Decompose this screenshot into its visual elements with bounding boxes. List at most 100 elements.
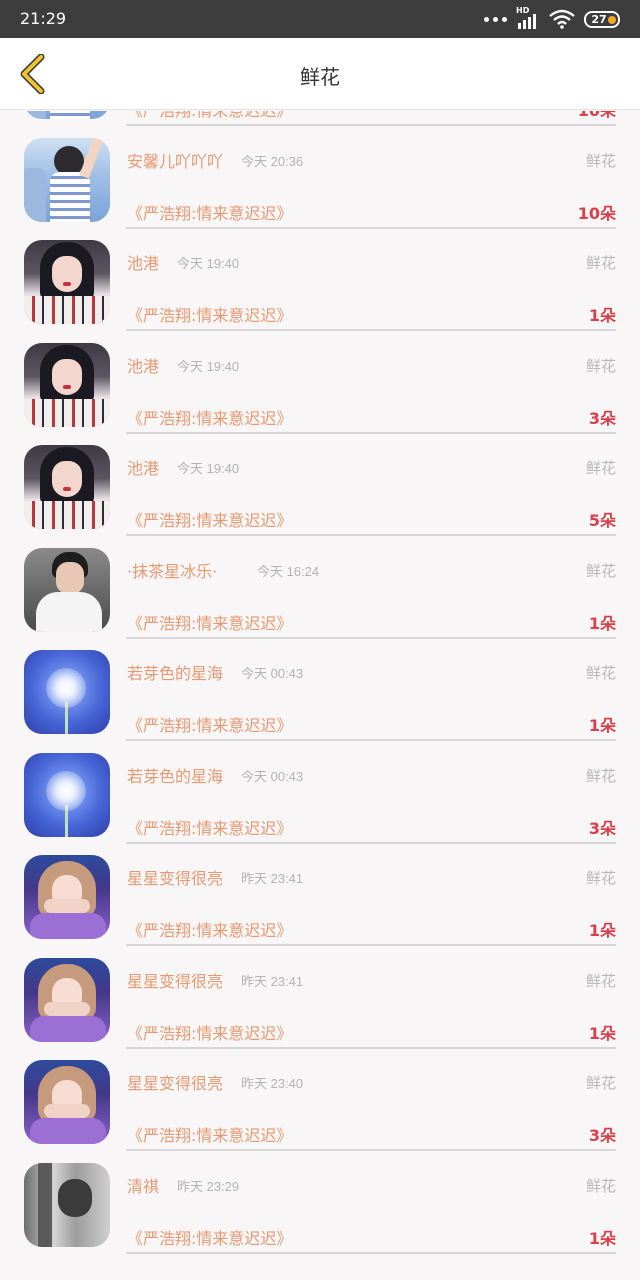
divider — [126, 1251, 616, 1254]
sender-name[interactable]: 星星变得很亮 — [127, 1070, 223, 1094]
avatar[interactable] — [24, 957, 110, 1042]
sent-time: 今天 19:40 — [177, 256, 240, 271]
battery-level: 27 — [591, 12, 607, 26]
divider — [126, 1149, 616, 1151]
divider — [126, 841, 616, 844]
sender-name[interactable]: 池港 — [127, 250, 159, 274]
sent-time: 今天 16:24 — [257, 563, 320, 579]
work-title-link[interactable]: 《严浩翔:情来意迟迟》 — [127, 1225, 292, 1249]
list-item[interactable]: 池港 今天 19:40 鲜花 《严浩翔:情来意迟迟》 3朵 — [0, 337, 640, 440]
gift-type: 鲜花 — [585, 971, 616, 990]
avatar[interactable] — [24, 342, 110, 427]
sent-time: 昨天 23:41 — [241, 973, 304, 989]
avatar[interactable] — [24, 445, 110, 529]
work-title-link[interactable]: 《严浩翔:情来意迟迟》 — [127, 610, 292, 634]
sent-time: 今天 20:36 — [241, 153, 304, 169]
divider — [126, 226, 616, 229]
gift-count: 3朵 — [588, 818, 616, 838]
avatar[interactable] — [24, 111, 110, 119]
work-title-link[interactable]: 《严浩翔:情来意迟迟》 — [127, 302, 292, 326]
divider — [126, 431, 616, 434]
sent-time: 今天 00:43 — [241, 666, 304, 681]
gift-type: 鲜花 — [585, 1074, 616, 1092]
list-item[interactable]: 星星变得很亮 昨天 23:40 鲜花《严浩翔:情来意迟迟》 3朵 — [0, 1054, 640, 1157]
gift-count: 1朵 — [588, 1023, 616, 1043]
sender-name[interactable]: 池港 — [127, 353, 159, 377]
sender-name[interactable]: 星星变得很亮 — [127, 968, 223, 992]
divider — [126, 944, 616, 946]
app-header: 鲜花 — [0, 38, 640, 110]
gift-list: 《严浩翔:情来意迟迟》10朵安馨儿吖吖吖今天 20:36鲜花《严浩翔:情来意迟迟… — [0, 111, 640, 1259]
gift-type: 鲜花 — [585, 869, 616, 887]
divider — [126, 534, 616, 536]
signal-icon: HD — [516, 6, 540, 29]
avatar[interactable] — [24, 752, 110, 837]
sender-name[interactable]: 若芽色的星海 — [127, 763, 223, 787]
gift-count: 1朵 — [588, 921, 616, 940]
sent-time: 今天 00:43 — [241, 768, 304, 784]
gift-type: 鲜花 — [585, 766, 616, 785]
list-item[interactable]: 《严浩翔:情来意迟迟》 10朵 — [0, 111, 640, 132]
status-time: 21:29 — [20, 9, 67, 28]
gift-count: 1朵 — [588, 716, 616, 735]
gift-count: 3朵 — [588, 1126, 616, 1145]
sender-name[interactable]: 安馨儿吖吖吖 — [127, 148, 223, 172]
gift-type: 鲜花 — [585, 356, 616, 375]
avatar[interactable] — [24, 1060, 110, 1144]
sender-name[interactable]: ·抹茶星冰乐· — [127, 558, 217, 582]
avatar[interactable] — [24, 547, 110, 632]
status-bar: 21:29 HD 27 — [0, 0, 640, 38]
sender-name[interactable]: 清祺 — [127, 1173, 159, 1197]
sent-time: 今天 19:40 — [177, 461, 240, 476]
work-title-link[interactable]: 《严浩翔:情来意迟迟》 — [127, 1020, 292, 1044]
avatar[interactable] — [24, 855, 110, 939]
gift-type: 鲜花 — [585, 561, 616, 580]
gift-type: 鲜花 — [585, 664, 616, 682]
divider — [126, 124, 616, 126]
battery-icon: 27 — [584, 10, 620, 28]
list-item[interactable]: 池港 今天 19:40 鲜花《严浩翔:情来意迟迟》 5朵 — [0, 439, 640, 542]
avatar[interactable] — [24, 1162, 110, 1247]
sent-time: 昨天 23:40 — [241, 1076, 304, 1091]
gift-count: 5朵 — [588, 511, 616, 530]
work-title-link[interactable]: 《严浩翔:情来意迟迟》 — [127, 111, 292, 121]
work-title-link[interactable]: 《严浩翔:情来意迟迟》 — [127, 507, 292, 531]
sent-time: 昨天 23:41 — [241, 871, 304, 886]
sent-time: 今天 19:40 — [177, 358, 240, 374]
gift-count: 1朵 — [588, 306, 616, 325]
list-item[interactable]: 清祺 昨天 23:29 鲜花《严浩翔:情来意迟迟》 1朵 — [0, 1157, 640, 1260]
avatar[interactable] — [24, 137, 110, 222]
sender-name[interactable]: 池港 — [127, 455, 159, 479]
list-item[interactable]: 若芽色的星海 今天 00:43 鲜花《严浩翔:情来意迟迟》 1朵 — [0, 644, 640, 747]
wifi-icon — [549, 9, 575, 29]
page-title: 鲜花 — [300, 65, 340, 89]
gift-count: 10朵 — [578, 111, 616, 121]
divider — [126, 636, 616, 639]
sender-name[interactable]: 星星变得很亮 — [127, 865, 223, 889]
status-icons: HD 27 — [484, 6, 620, 30]
avatar[interactable] — [24, 650, 110, 734]
list-item[interactable]: 若芽色的星海 今天 00:43 鲜花《严浩翔:情来意迟迟》 3朵 — [0, 747, 640, 850]
list-item[interactable]: 安馨儿吖吖吖 今天 20:36 鲜花 《严浩翔:情来意迟迟》 10朵 — [0, 132, 640, 235]
gift-type: 鲜花 — [585, 459, 616, 477]
divider — [126, 739, 616, 741]
work-title-link[interactable]: 《严浩翔:情来意迟迟》 — [127, 815, 292, 839]
more-dots-icon — [484, 16, 507, 22]
gift-list-viewport[interactable]: 《严浩翔:情来意迟迟》10朵安馨儿吖吖吖今天 20:36鲜花《严浩翔:情来意迟迟… — [0, 111, 640, 1280]
gift-type: 鲜花 — [585, 151, 616, 170]
gift-count: 1朵 — [588, 1228, 616, 1248]
list-item[interactable]: 星星变得很亮 昨天 23:41 鲜花《严浩翔:情来意迟迟》 1朵 — [0, 849, 640, 952]
list-item[interactable]: 星星变得很亮 昨天 23:41 鲜花《严浩翔:情来意迟迟》 1朵 — [0, 952, 640, 1055]
work-title-link[interactable]: 《严浩翔:情来意迟迟》 — [127, 1122, 292, 1146]
work-title-link[interactable]: 《严浩翔:情来意迟迟》 — [127, 200, 292, 224]
sender-name[interactable]: 若芽色的星海 — [127, 660, 223, 684]
avatar[interactable] — [24, 240, 110, 324]
work-title-link[interactable]: 《严浩翔:情来意迟迟》 — [127, 405, 292, 429]
gift-count: 1朵 — [588, 613, 616, 633]
work-title-link[interactable]: 《严浩翔:情来意迟迟》 — [127, 917, 292, 941]
list-item[interactable]: ·抹茶星冰乐· 今天 16:24 鲜花《严浩翔:情来意迟迟》 1朵 — [0, 542, 640, 645]
gift-type: 鲜花 — [585, 1176, 616, 1195]
list-item[interactable]: 池港 今天 19:40 鲜花 《严浩翔:情来意迟迟》 1朵 — [0, 234, 640, 337]
work-title-link[interactable]: 《严浩翔:情来意迟迟》 — [127, 712, 292, 736]
sent-time: 昨天 23:29 — [177, 1178, 240, 1194]
